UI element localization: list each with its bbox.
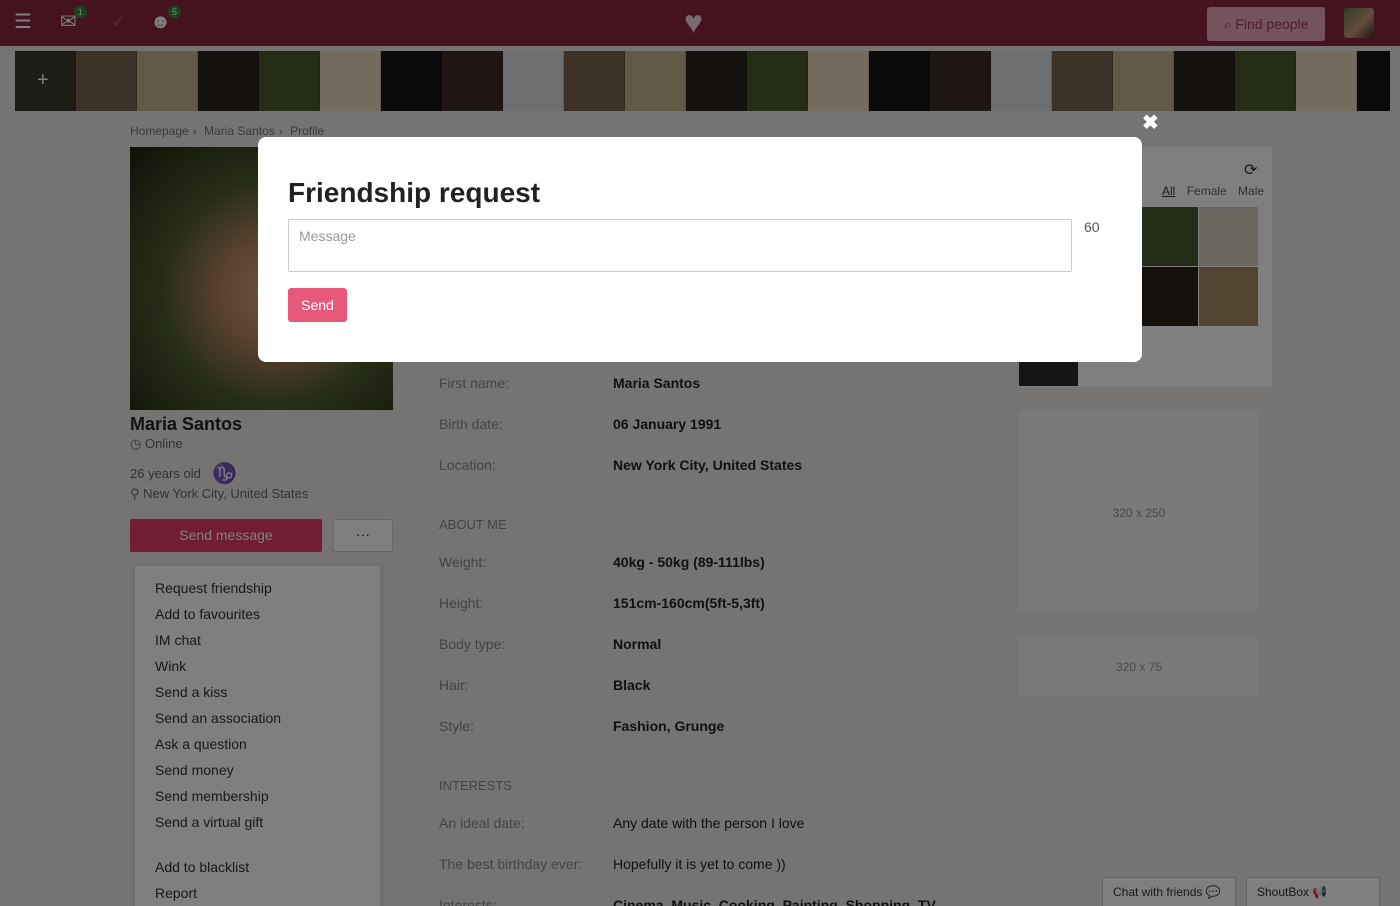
close-icon[interactable]: ✖ — [1142, 113, 1159, 133]
send-button[interactable]: Send — [288, 288, 347, 322]
message-input[interactable] — [288, 219, 1072, 272]
modal-title: Friendship request — [288, 177, 541, 208]
friendship-request-modal: Friendship request 60 Send — [258, 137, 1142, 362]
character-counter: 60 — [1084, 219, 1100, 235]
modal-backdrop[interactable] — [0, 0, 1400, 906]
